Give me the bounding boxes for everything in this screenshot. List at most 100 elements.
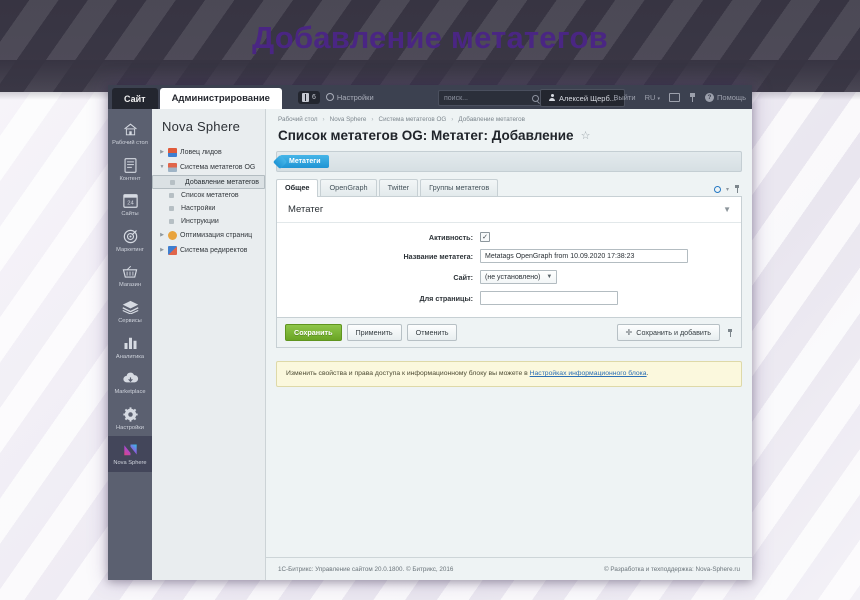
site-select-value: (не установлено) [485,274,540,281]
sidebar-node-instructions[interactable]: Инструкции [152,215,265,228]
card-header[interactable]: Метатег ▼ [277,197,741,223]
twisty-icon[interactable]: ▶ [159,248,165,253]
language-switch[interactable]: RU ▾ [645,93,660,102]
banner: Добавление метатегов [0,0,860,75]
rail-label: Сайты [121,211,138,218]
rail-item-sites[interactable]: 24 Сайты [108,187,152,223]
twisty-icon[interactable]: ▶ [159,150,165,155]
sidebar-node-redirect-system[interactable]: ▶ Система редиректов [152,243,265,258]
field-label: Сайт: [291,273,480,282]
breadcrumb-item-current: Добавление метатегов [458,116,525,123]
counter-badge[interactable]: 6 [298,91,320,104]
rail-item-analytics[interactable]: Аналитика [108,330,152,366]
field-control: Metatags OpenGraph from 10.09.2020 17:38… [480,249,727,263]
settings-circle-icon[interactable] [714,186,721,193]
chevron-down-icon: ▼ [546,274,552,280]
sidebar-tree: Nova Sphere ▶ Ловец лидов ▼ Система мета… [152,109,266,580]
footer-right: © Разработка и техподдержка: Nova-Sphere… [604,566,740,573]
gear-icon [326,93,334,101]
activity-checkbox[interactable]: ✓ [480,232,490,242]
pin-icon[interactable] [734,185,740,193]
search-input[interactable]: поиск... [438,90,545,106]
module-rail: Рабочий стол Контент 24 Сайты Маркетинг [108,109,152,580]
twisty-icon[interactable]: ▼ [159,165,165,170]
field-row-activity: Активность: ✓ [291,232,727,242]
screenshot-window: Сайт Администрирование 6 Настройки поиск… [108,85,752,580]
save-and-add-button[interactable]: ✛ Сохранить и добавить [617,324,720,341]
sidebar-node-label: Оптимизация страниц [180,232,252,239]
field-label: Название метатега: [291,252,480,261]
rail-label: Сервисы [118,318,142,325]
rail-item-marketing[interactable]: Маркетинг [108,223,152,259]
notice-link[interactable]: Настройках информационного блока [530,370,647,377]
field-row-name: Название метатега: Metatags OpenGraph fr… [291,249,727,263]
sidebar-node-metatag-list[interactable]: Список метатегов [152,189,265,202]
sidebar-node-label: Ловец лидов [180,149,222,156]
settings-menu[interactable]: Настройки [326,93,374,102]
collapse-chevron-icon[interactable]: ▼ [723,205,731,214]
rail-item-marketplace[interactable]: Marketplace [108,365,152,401]
field-row-page: Для страницы: [291,291,727,305]
breadcrumb-item[interactable]: Nova Sphere [330,116,367,123]
tab-administration[interactable]: Администрирование [160,88,282,109]
breadcrumb-separator: › [323,116,325,123]
folder-icon [168,163,177,172]
rail-label: Маркетинг [116,247,144,254]
favorite-star-icon[interactable]: ☆ [581,129,591,142]
cloud-download-icon [122,371,139,386]
monitor-icon[interactable] [669,93,680,102]
footer-left: 1С-Битрикс: Управление сайтом 20.0.1800.… [278,566,453,573]
field-label: Для страницы: [291,294,480,303]
sidebar-node-label: Список метатегов [181,192,239,199]
cancel-button[interactable]: Отменить [407,324,458,341]
bullet-icon [170,180,175,185]
banner-title: Добавление метатегов [252,20,608,56]
apply-button[interactable]: Применить [347,324,402,341]
chevron-down-icon[interactable]: ▾ [726,186,729,193]
tab-metatag-groups[interactable]: Группы метатегов [420,179,498,196]
sidebar-node-metatag-system[interactable]: ▼ Система метатегов OG [152,160,265,175]
user-menu[interactable]: Алексей Щерб... [540,89,625,107]
home-icon [122,122,139,137]
layers-icon [122,300,139,315]
calendar-24-icon: 24 [122,193,139,208]
breadcrumb-item[interactable]: Рабочий стол [278,116,318,123]
search-placeholder: поиск... [444,95,468,102]
sidebar-node-label: Настройки [181,205,215,212]
save-and-add-label: Сохранить и добавить [636,328,711,337]
target-icon [122,229,139,244]
help-link[interactable]: ? Помощь [705,93,746,102]
tab-site[interactable]: Сайт [112,88,158,109]
for-page-input[interactable] [480,291,618,305]
rail-item-desktop[interactable]: Рабочий стол [108,116,152,152]
pin-icon[interactable] [689,93,696,102]
rail-item-services[interactable]: Сервисы [108,294,152,330]
rail-label: Рабочий стол [112,140,148,147]
sidebar-node-page-optimization[interactable]: ▶ Оптимизация страниц [152,228,265,243]
pin-icon[interactable] [727,329,733,337]
save-button[interactable]: Сохранить [285,324,342,341]
rail-item-shop[interactable]: Магазин [108,258,152,294]
sidebar-node-lead-catcher[interactable]: ▶ Ловец лидов [152,145,265,160]
tab-obshee[interactable]: Общее [276,179,318,197]
chip-metatags[interactable]: Метатеги [280,155,329,168]
sidebar-node-settings[interactable]: Настройки [152,202,265,215]
tab-twitter[interactable]: Twitter [379,179,419,196]
window-body: Рабочий стол Контент 24 Сайты Маркетинг [108,109,752,580]
rail-item-content[interactable]: Контент [108,152,152,188]
logout-link[interactable]: Выйти [613,93,635,102]
breadcrumb-item[interactable]: Система метатегов OG [379,116,447,123]
notice-text-after: . [647,370,649,377]
tab-opengraph[interactable]: OpenGraph [320,179,376,196]
rail-item-settings[interactable]: Настройки [108,401,152,437]
site-select[interactable]: (не установлено) ▼ [480,270,557,284]
page-title-text: Список метатегов OG: Метатег: Добавление [278,128,574,143]
folder-icon [168,148,177,157]
rail-item-nova-sphere[interactable]: Nova Sphere [108,436,152,472]
check-icon: ✓ [482,234,488,241]
sidebar-node-add-metatags[interactable]: Добавление метатегов [152,175,265,189]
twisty-icon[interactable]: ▶ [159,233,165,238]
metatag-name-input[interactable]: Metatags OpenGraph from 10.09.2020 17:38… [480,249,688,263]
bullet-icon [169,193,174,198]
user-name: Алексей Щерб... [559,94,616,103]
